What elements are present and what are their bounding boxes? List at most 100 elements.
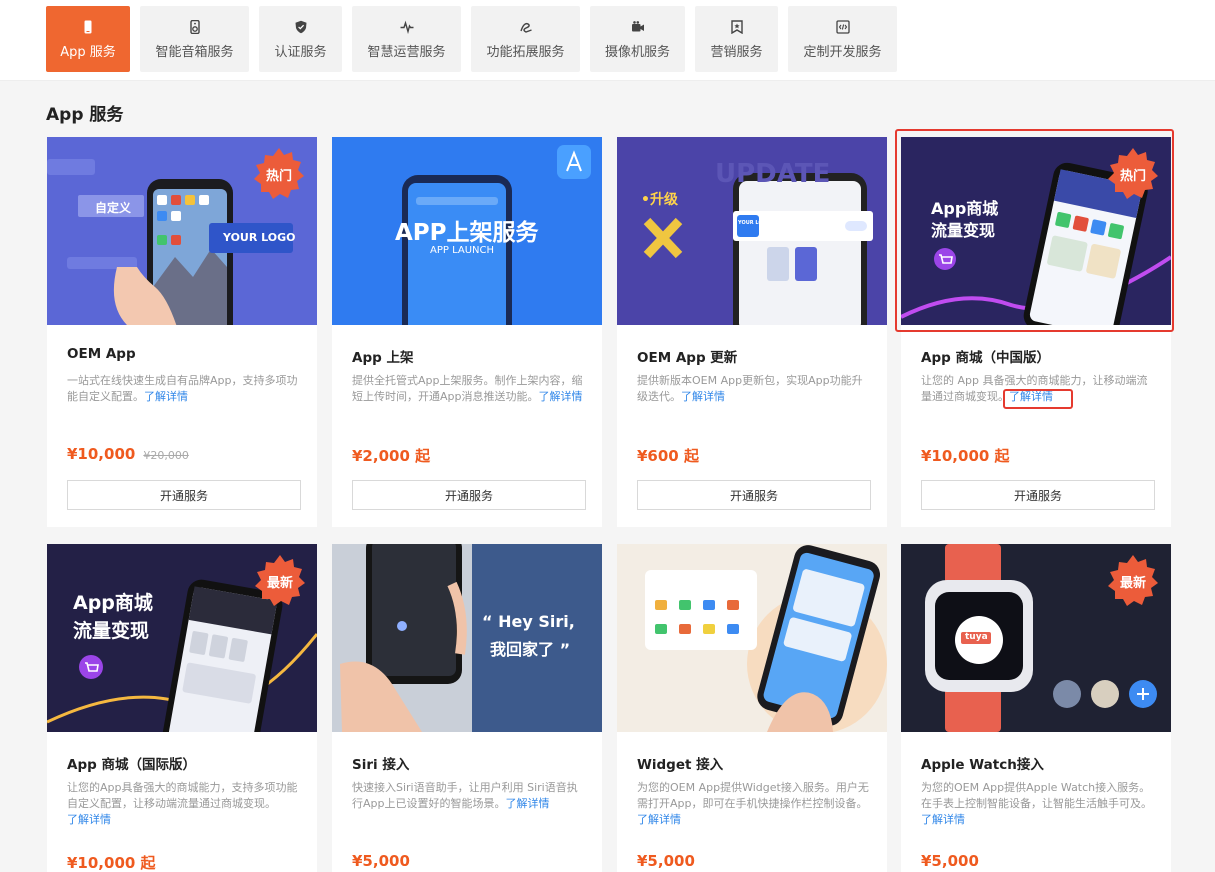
card-price: ¥5,000 bbox=[352, 852, 410, 870]
card-description: 让您的App具备强大的商城能力，支持多项功能自定义配置，让移动端流量通过商城变现… bbox=[67, 780, 302, 828]
tab-label: 功能拓展服务 bbox=[486, 44, 565, 60]
banner-text: 流量变现 bbox=[931, 221, 996, 240]
card-banner[interactable] bbox=[617, 544, 887, 732]
activate-service-button[interactable]: 开通服务 bbox=[352, 480, 586, 510]
card-description-text: 提供新版本OEM App更新包，实现App功能升级迭代。 bbox=[637, 374, 863, 403]
service-card-oem-app: 自定义 YOUR LOGO 热门 OEM App 一站式在线快速生成自有品牌Ap… bbox=[47, 137, 317, 527]
bookmark-icon bbox=[729, 19, 745, 35]
tab-certification-service[interactable]: 认证服务 bbox=[259, 6, 342, 72]
pulse-icon bbox=[399, 19, 415, 35]
tab-label: 认证服务 bbox=[274, 44, 327, 60]
hot-badge: 热门 bbox=[252, 147, 306, 201]
price-value: ¥10,000 起 bbox=[921, 447, 1010, 465]
card-description: 让您的 App 具备强大的商城能力，让移动端流量通过商城变现。了解详情 bbox=[921, 373, 1156, 405]
banner-text: APP上架服务 bbox=[395, 220, 539, 246]
card-title: App 商城（国际版） bbox=[67, 757, 196, 773]
badge-label: 热门 bbox=[265, 168, 292, 184]
service-card-widget: Widget 接入 为您的OEM App提供Widget接入服务。用户无需打开A… bbox=[617, 544, 887, 872]
price-value: ¥10,000 bbox=[67, 445, 136, 463]
learn-more-link[interactable]: 了解详情 bbox=[144, 390, 188, 403]
card-description: 为您的OEM App提供Apple Watch接入服务。在手表上控制智能设备，让… bbox=[921, 780, 1156, 828]
service-card-app-launch: APP上架服务 APP LAUNCH App 上架 提供全托管式App上架服务。… bbox=[332, 137, 602, 527]
card-title: Siri 接入 bbox=[352, 757, 410, 773]
tab-speaker-service[interactable]: 智能音箱服务 bbox=[140, 6, 249, 72]
banner-text: 我回家了 ” bbox=[490, 640, 571, 659]
speaker-icon bbox=[187, 19, 203, 35]
learn-more-link[interactable]: 了解详情 bbox=[67, 813, 111, 826]
card-price: ¥600 起 bbox=[637, 445, 699, 466]
learn-more-link[interactable]: 了解详情 bbox=[637, 813, 681, 826]
learn-more-link[interactable]: 了解详情 bbox=[1009, 390, 1053, 403]
activate-service-button[interactable]: 开通服务 bbox=[637, 480, 871, 510]
service-card-app-mall-global: App商城 流量变现 最新 App 商城（国际版） 让您的App具备强大的商城能… bbox=[47, 544, 317, 872]
learn-more-link[interactable]: 了解详情 bbox=[681, 390, 725, 403]
hot-badge: 热门 bbox=[1106, 147, 1160, 201]
tab-smart-operation-service[interactable]: 智慧运营服务 bbox=[352, 6, 461, 72]
learn-more-link[interactable]: 了解详情 bbox=[506, 797, 550, 810]
card-price: ¥2,000 起 bbox=[352, 445, 430, 466]
card-description-text: 为您的OEM App提供Apple Watch接入服务。在手表上控制智能设备，让… bbox=[921, 781, 1152, 810]
price-value: ¥5,000 bbox=[637, 852, 695, 870]
price-value: ¥10,000 起 bbox=[67, 854, 156, 872]
card-title: OEM App bbox=[67, 346, 136, 362]
learn-more-link[interactable]: 了解详情 bbox=[539, 390, 583, 403]
card-title: OEM App 更新 bbox=[637, 350, 738, 366]
card-price: ¥10,000 起 bbox=[921, 445, 1010, 466]
new-badge: 最新 bbox=[253, 554, 307, 608]
activate-service-button[interactable]: 开通服务 bbox=[67, 480, 301, 510]
price-value: ¥2,000 起 bbox=[352, 447, 431, 465]
banner-text: UPDATE bbox=[715, 159, 831, 189]
new-badge: 最新 bbox=[1106, 554, 1160, 608]
extend-icon bbox=[518, 19, 534, 35]
service-card-siri: “ Hey Siri, 我回家了 ” Siri 接入 快速接入Siri语音助手，… bbox=[332, 544, 602, 872]
banner-text: •升级 bbox=[641, 192, 678, 208]
card-title: App 商城（中国版） bbox=[921, 350, 1050, 366]
price-value: ¥5,000 bbox=[921, 852, 979, 870]
tab-custom-dev-service[interactable]: 定制开发服务 bbox=[788, 6, 897, 72]
tab-app-service[interactable]: App 服务 bbox=[46, 6, 130, 72]
section-title: App 服务 bbox=[46, 105, 124, 125]
camera-icon bbox=[630, 19, 646, 35]
price-value: ¥5,000 bbox=[352, 852, 410, 870]
tab-label: 智慧运营服务 bbox=[367, 44, 446, 60]
tab-label: 摄像机服务 bbox=[604, 44, 670, 60]
service-category-bar: App 服务 智能音箱服务 认证服务 智慧运营服务 功能拓展服务 摄像机服务 营… bbox=[0, 0, 1215, 81]
original-price: ¥20,000 bbox=[143, 449, 189, 462]
tab-label: 定制开发服务 bbox=[803, 44, 882, 60]
shield-icon bbox=[293, 19, 309, 35]
banner-text: 自定义 bbox=[95, 201, 132, 215]
card-title: App 上架 bbox=[352, 350, 414, 366]
card-banner[interactable]: •升级 UPDATE YOUR LOGO bbox=[617, 137, 887, 325]
learn-more-link[interactable]: 了解详情 bbox=[921, 813, 965, 826]
banner-text: App商城 bbox=[73, 592, 153, 614]
service-card-apple-watch: tuya 最新 Apple Watch接入 为您的OEM App提供Apple … bbox=[901, 544, 1171, 872]
phone-icon bbox=[80, 19, 96, 35]
badge-label: 热门 bbox=[1119, 168, 1146, 184]
price-value: ¥600 起 bbox=[637, 447, 699, 465]
service-card-app-mall-china: App商城 流量变现 热门 App 商城（中国版） 让您的 App 具备强大的商… bbox=[901, 137, 1171, 527]
card-price: ¥5,000 bbox=[637, 852, 695, 870]
tab-label: 智能音箱服务 bbox=[155, 44, 234, 60]
banner-text: “ Hey Siri, bbox=[482, 612, 575, 631]
banner-text: YOUR LOGO bbox=[738, 220, 771, 226]
card-price: ¥5,000 bbox=[921, 852, 979, 870]
badge-label: 最新 bbox=[1119, 575, 1146, 591]
tab-marketing-service[interactable]: 营销服务 bbox=[695, 6, 778, 72]
card-price: ¥10,000 起 bbox=[67, 852, 156, 872]
tab-camera-service[interactable]: 摄像机服务 bbox=[590, 6, 685, 72]
banner-text: YOUR LOGO bbox=[223, 231, 296, 244]
banner-text: APP LAUNCH bbox=[430, 245, 495, 256]
banner-text: 流量变现 bbox=[73, 620, 150, 642]
card-description-text: 让您的App具备强大的商城能力，支持多项功能自定义配置，让移动端流量通过商城变现… bbox=[67, 781, 298, 810]
card-description: 提供全托管式App上架服务。制作上架内容，缩短上传时间，开通App消息推送功能。… bbox=[352, 373, 587, 405]
card-banner[interactable]: APP上架服务 APP LAUNCH bbox=[332, 137, 602, 325]
tab-label: 营销服务 bbox=[710, 44, 763, 60]
card-price: ¥10,000 ¥20,000 bbox=[67, 445, 189, 463]
service-card-oem-app-update: •升级 UPDATE YOUR LOGO OEM App 更新 提供新版本OEM… bbox=[617, 137, 887, 527]
card-banner[interactable]: “ Hey Siri, 我回家了 ” bbox=[332, 544, 602, 732]
card-title: Widget 接入 bbox=[637, 757, 724, 773]
card-description-text: 为您的OEM App提供Widget接入服务。用户无需打开App，即可在手机快捷… bbox=[637, 781, 869, 810]
activate-service-button[interactable]: 开通服务 bbox=[921, 480, 1155, 510]
card-description: 为您的OEM App提供Widget接入服务。用户无需打开App，即可在手机快捷… bbox=[637, 780, 872, 828]
tab-function-extend-service[interactable]: 功能拓展服务 bbox=[471, 6, 580, 72]
